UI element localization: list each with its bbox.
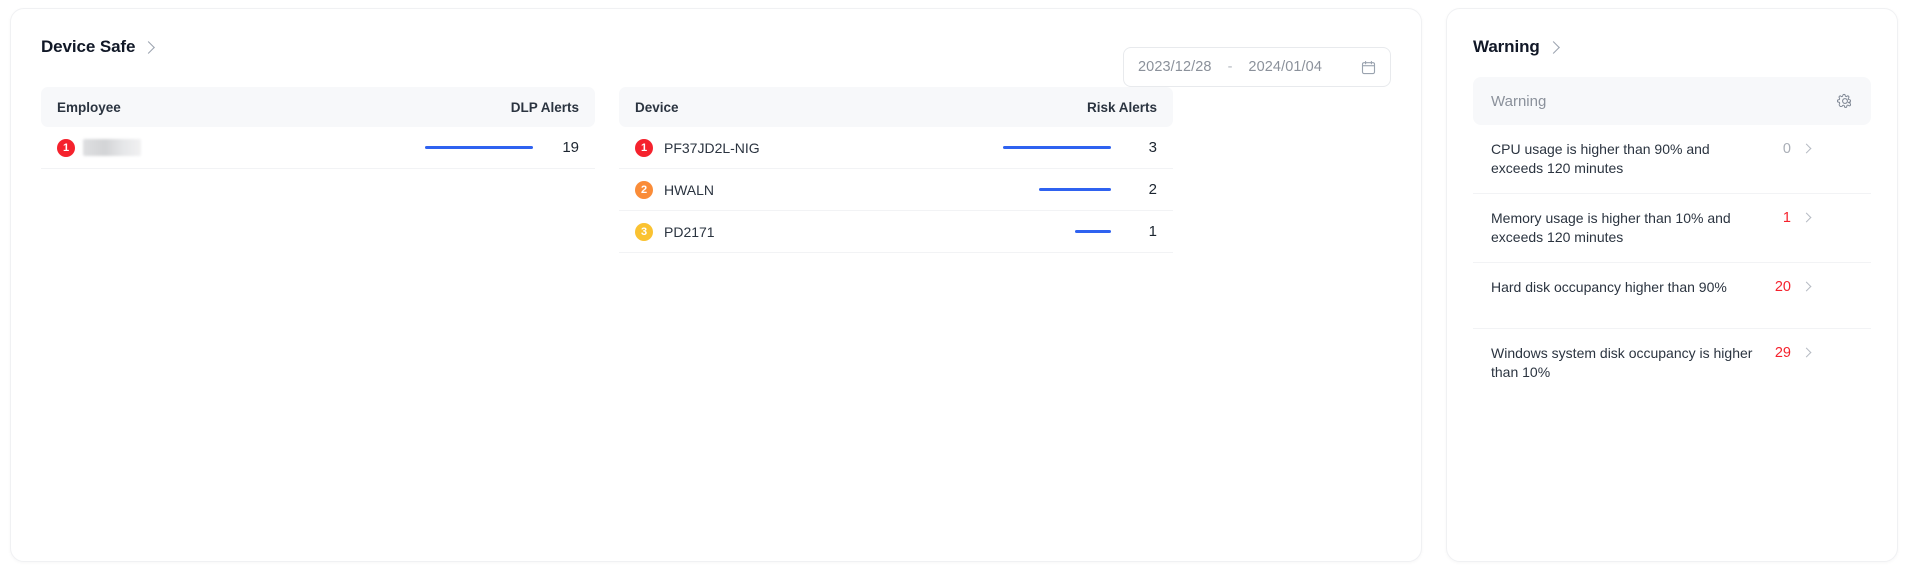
warning-section-label: Warning <box>1491 92 1547 110</box>
warning-text: CPU usage is higher than 90% and exceeds… <box>1491 141 1710 176</box>
device-name: PD2171 <box>664 223 715 240</box>
page-title: Device Safe <box>41 37 136 56</box>
warning-title: Warning <box>1473 37 1540 56</box>
calendar-icon[interactable] <box>1361 60 1376 75</box>
warning-count-badge: 1 <box>1782 210 1791 226</box>
device-safe-card: Device Safe 2023/12/28 - 2024/01/04 Empl… <box>10 8 1422 562</box>
list-item[interactable]: Memory usage is higher than 10% and exce… <box>1473 194 1871 263</box>
alert-bar-fill <box>1038 187 1111 192</box>
chevron-right-icon[interactable] <box>1801 347 1812 358</box>
chevron-right-icon[interactable] <box>1801 212 1812 223</box>
chevron-right-icon[interactable] <box>1801 281 1812 292</box>
date-start-input[interactable]: 2023/12/28 <box>1138 59 1212 75</box>
alert-count-value: 2 <box>1148 181 1157 198</box>
warning-text: Hard disk occupancy higher than 90% <box>1491 279 1727 295</box>
rank-badge: 2 <box>635 180 653 199</box>
column-header-device: Device <box>635 99 679 115</box>
gear-icon[interactable] <box>1837 93 1853 109</box>
chevron-right-icon[interactable] <box>1546 41 1560 54</box>
list-item[interactable]: CPU usage is higher than 90% and exceeds… <box>1473 125 1871 194</box>
table-row[interactable]: 1 19 <box>41 127 595 169</box>
date-range-separator: - <box>1227 59 1233 75</box>
column-header-dlp-alerts: DLP Alerts <box>510 99 579 115</box>
table-row[interactable]: 2 HWALN 2 <box>619 169 1173 211</box>
alert-bar-fill <box>1003 145 1111 150</box>
alert-count-value: 19 <box>562 139 579 156</box>
alert-bar-track <box>941 229 1111 234</box>
warning-card: Warning Warning CPU usage is higher than… <box>1446 8 1898 562</box>
table-row[interactable]: 1 PF37JD2L-NIG 3 <box>619 127 1173 169</box>
device-table: Device Risk Alerts 1 PF37JD2L-NIG 3 2 HWALN 2… <box>619 87 1173 253</box>
warning-count-badge: 20 <box>1774 279 1791 295</box>
device-rows: 1 PF37JD2L-NIG 3 2 HWALN 2 3 PD2171 1 <box>619 127 1173 253</box>
device-table-header: Device Risk Alerts <box>619 87 1173 127</box>
chevron-right-icon[interactable] <box>142 41 156 54</box>
alert-count-value: 1 <box>1148 223 1157 240</box>
dashboard-page: Device Safe 2023/12/28 - 2024/01/04 Empl… <box>0 0 1908 580</box>
chevron-right-icon[interactable] <box>1801 143 1812 154</box>
rank-badge: 3 <box>635 222 653 241</box>
alert-bar-track <box>363 145 533 150</box>
date-range-picker[interactable]: 2023/12/28 - 2024/01/04 <box>1123 47 1391 87</box>
warning-section-header: Warning <box>1473 77 1871 125</box>
warning-header[interactable]: Warning <box>1473 37 1871 57</box>
list-item[interactable]: Hard disk occupancy higher than 90% 20 <box>1473 263 1871 329</box>
alert-bar-fill <box>425 145 533 150</box>
employee-rows: 1 19 <box>41 127 595 169</box>
alert-bar-track <box>941 145 1111 150</box>
device-name: HWALN <box>664 181 715 198</box>
warning-list: CPU usage is higher than 90% and exceeds… <box>1473 125 1871 397</box>
date-end-input[interactable]: 2024/01/04 <box>1248 59 1322 75</box>
employee-table: Employee DLP Alerts 1 19 <box>41 87 595 253</box>
warning-count-badge: 0 <box>1782 141 1791 157</box>
device-name: PF37JD2L-NIG <box>664 139 760 156</box>
warning-text: Windows system disk occupancy is higher … <box>1491 345 1753 380</box>
list-item[interactable]: Windows system disk occupancy is higher … <box>1473 329 1871 397</box>
employee-name <box>83 139 141 156</box>
table-row[interactable]: 3 PD2171 1 <box>619 211 1173 253</box>
tables-container: Employee DLP Alerts 1 19 Device Risk Aler… <box>41 87 1391 253</box>
rank-badge: 1 <box>635 138 653 157</box>
rank-badge: 1 <box>57 138 75 157</box>
alert-bar-fill <box>1075 229 1111 234</box>
employee-table-header: Employee DLP Alerts <box>41 87 595 127</box>
alert-bar-track <box>941 187 1111 192</box>
warning-count-badge: 29 <box>1774 345 1791 361</box>
alert-count-value: 3 <box>1148 139 1157 156</box>
column-header-employee: Employee <box>57 99 121 115</box>
column-header-risk-alerts: Risk Alerts <box>1086 99 1157 115</box>
warning-text: Memory usage is higher than 10% and exce… <box>1491 210 1731 245</box>
